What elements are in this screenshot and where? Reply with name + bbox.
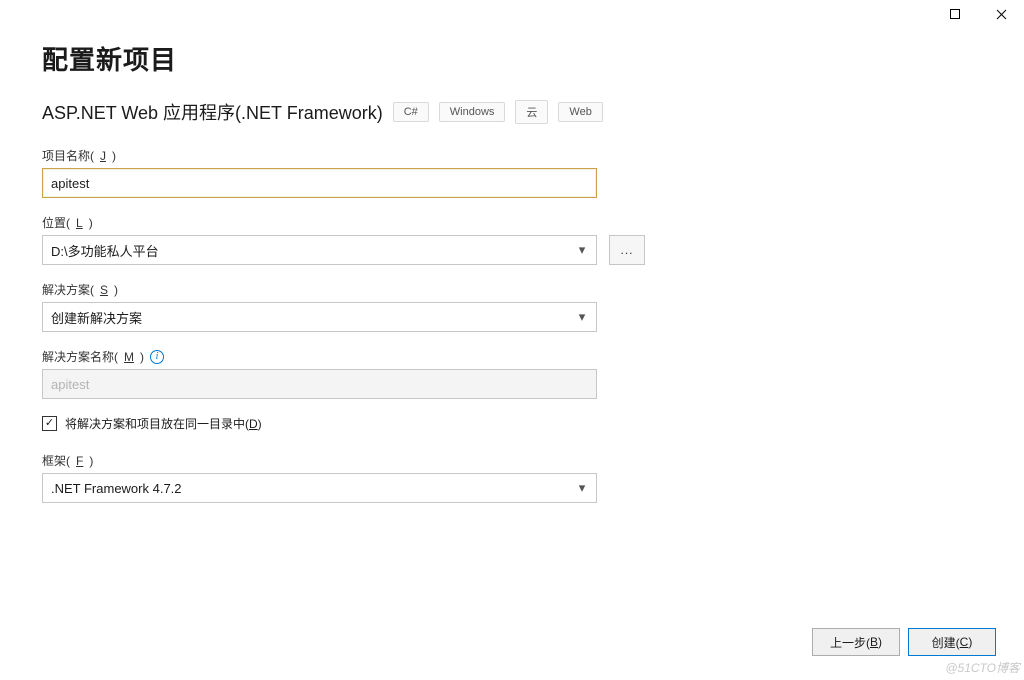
maximize-icon <box>950 9 960 19</box>
project-name-label: 项目名称(J) <box>42 147 982 164</box>
back-button[interactable]: 上一步(B) <box>812 628 900 656</box>
location-label: 位置(L) <box>42 214 982 231</box>
chevron-down-icon: ▾ <box>572 309 592 325</box>
browse-button[interactable]: ... <box>609 235 645 265</box>
solution-name-label: 解决方案名称(M) i <box>42 348 982 365</box>
chevron-down-icon: ▾ <box>572 480 592 496</box>
info-icon[interactable]: i <box>150 350 164 364</box>
location-select[interactable]: D:\多功能私人平台 ▾ <box>42 235 597 265</box>
template-tag: 云 <box>515 100 548 124</box>
same-directory-label: 将解决方案和项目放在同一目录中(D) <box>65 415 262 432</box>
same-directory-checkbox[interactable] <box>42 416 57 431</box>
close-icon <box>996 9 1007 20</box>
project-name-input[interactable]: apitest <box>42 168 597 198</box>
template-tag: Web <box>558 102 602 122</box>
solution-name-input: apitest <box>42 369 597 399</box>
create-button[interactable]: 创建(C) <box>908 628 996 656</box>
solution-label: 解决方案(S) <box>42 281 982 298</box>
solution-select[interactable]: 创建新解决方案 ▾ <box>42 302 597 332</box>
window-close-button[interactable] <box>978 0 1024 28</box>
template-tag: C# <box>393 102 429 122</box>
template-name: ASP.NET Web 应用程序(.NET Framework) <box>42 99 383 125</box>
watermark: @51CTO博客 <box>945 659 1020 676</box>
framework-select[interactable]: .NET Framework 4.7.2 ▾ <box>42 473 597 503</box>
template-tag: Windows <box>439 102 506 122</box>
framework-label: 框架(F) <box>42 452 982 469</box>
page-title: 配置新项目 <box>42 40 982 77</box>
window-maximize-button[interactable] <box>932 0 978 28</box>
chevron-down-icon: ▾ <box>572 242 592 258</box>
